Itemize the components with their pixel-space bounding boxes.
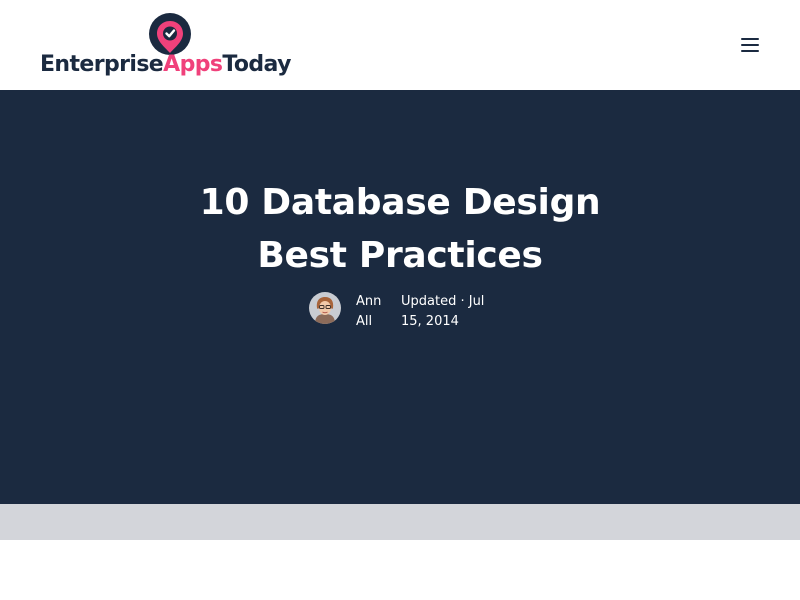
article-meta: Ann All Updated · Jul 15, 2014 [309,292,509,336]
site-header: EnterpriseAppsToday [0,0,800,90]
logo-word-today: Today [222,52,291,77]
menu-bar [741,38,759,40]
updated-date-line: Updated · Jul [401,294,485,309]
article-title-line: Best Practices [257,235,543,276]
article-body [0,540,800,600]
menu-bar [741,44,759,46]
logo-word-apps: Apps [163,52,223,77]
logo-word-enterprise: Enterprise [40,52,164,77]
author-name-line: Ann [356,294,382,309]
logo-wordmark: EnterpriseAppsToday [40,52,291,78]
author-name-line: All [356,314,373,329]
hamburger-menu-icon[interactable] [738,34,764,56]
updated-date-line: 15, 2014 [401,314,459,329]
ad-placeholder-band [0,504,800,540]
article-title-line: 10 Database Design [199,182,601,223]
site-logo[interactable]: EnterpriseAppsToday [40,12,291,80]
article-title: 10 Database Design Best Practices [150,176,650,282]
menu-bar [741,50,759,52]
author-photo-icon [309,292,341,324]
article-hero: 10 Database Design Best Practices Ann Al… [0,90,800,504]
updated-date: Updated · Jul 15, 2014 [401,292,501,332]
author-avatar[interactable] [309,292,341,324]
author-name[interactable]: Ann All [356,292,390,332]
